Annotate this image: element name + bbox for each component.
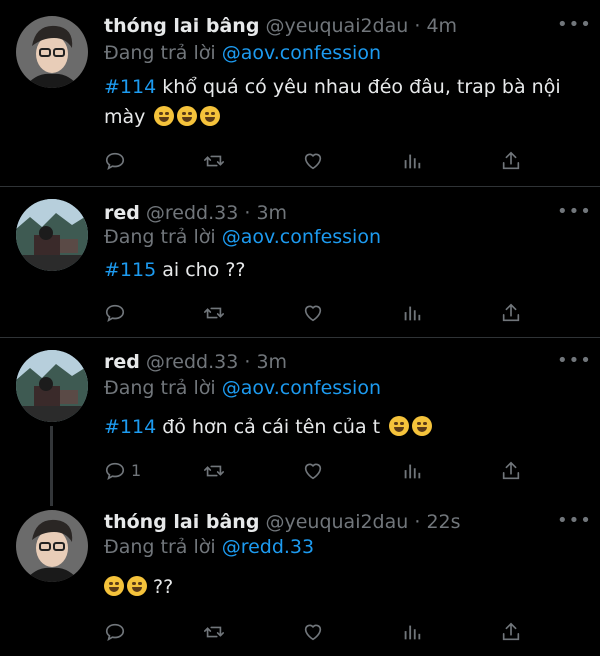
- views-icon[interactable]: [401, 621, 423, 643]
- grinning-face-emoji: [127, 576, 147, 596]
- tweet-body: đỏ hơn cả cái tên của t: [162, 416, 381, 438]
- tweet-text: ??: [104, 572, 574, 602]
- mention-link[interactable]: @aov.confession: [222, 226, 381, 248]
- retweet-icon[interactable]: [203, 621, 225, 643]
- tweet-3[interactable]: red @redd.33 · 3m ••• Đang trả lời @aov.…: [0, 338, 600, 506]
- mention-link[interactable]: @aov.confession: [222, 377, 381, 399]
- timestamp[interactable]: 3m: [256, 202, 287, 224]
- grinning-sweat-face-emoji: [412, 416, 433, 436]
- avatar[interactable]: [16, 199, 88, 271]
- action-bar: 1: [104, 460, 534, 482]
- timestamp[interactable]: 4m: [426, 15, 457, 37]
- more-icon[interactable]: •••: [557, 510, 592, 531]
- tweet-header: red @redd.33 · 3m: [104, 350, 287, 374]
- share-icon[interactable]: [500, 621, 522, 643]
- hashtag-link[interactable]: #115: [104, 259, 156, 281]
- heart-icon[interactable]: [302, 621, 324, 643]
- replying-to: Đang trả lời @redd.33: [104, 535, 314, 559]
- grinning-sweat-face-emoji: [389, 416, 410, 436]
- retweet-icon[interactable]: [203, 460, 225, 482]
- action-bar: [104, 621, 534, 643]
- crying-face-emoji: [200, 106, 221, 126]
- user-handle[interactable]: @yeuquai2dau: [265, 511, 408, 533]
- more-icon[interactable]: •••: [557, 14, 592, 35]
- display-name[interactable]: thóng lai bâng: [104, 15, 259, 37]
- hashtag-link[interactable]: #114: [104, 76, 156, 98]
- share-icon[interactable]: [500, 460, 522, 482]
- retweet-icon[interactable]: [203, 302, 225, 324]
- heart-icon[interactable]: [302, 460, 324, 482]
- display-name[interactable]: red: [104, 202, 140, 224]
- tweet-body: ai cho ??: [162, 259, 246, 281]
- hashtag-link[interactable]: #114: [104, 416, 156, 438]
- replying-to: Đang trả lời @aov.confession: [104, 41, 381, 65]
- share-icon[interactable]: [500, 150, 522, 172]
- heart-icon[interactable]: [302, 150, 324, 172]
- separator: ·: [244, 202, 251, 224]
- views-icon[interactable]: [401, 150, 423, 172]
- reply-icon[interactable]: [104, 621, 126, 643]
- replying-to-label: Đang trả lời: [104, 42, 216, 64]
- grinning-face-emoji: [104, 576, 124, 596]
- tweet-header: red @redd.33 · 3m: [104, 201, 287, 225]
- tweet-2[interactable]: red @redd.33 · 3m ••• Đang trả lời @aov.…: [0, 187, 600, 337]
- user-handle[interactable]: @redd.33: [146, 351, 238, 373]
- mention-link[interactable]: @redd.33: [222, 536, 314, 558]
- avatar[interactable]: [16, 16, 88, 88]
- display-name[interactable]: thóng lai bâng: [104, 511, 259, 533]
- separator: ·: [244, 351, 251, 373]
- tweet-4[interactable]: thóng lai bâng @yeuquai2dau · 22s ••• Đa…: [0, 506, 600, 656]
- more-icon[interactable]: •••: [557, 201, 592, 222]
- replying-to: Đang trả lời @aov.confession: [104, 225, 381, 249]
- action-bar: [104, 302, 534, 324]
- tweet-text: #114 khổ quá có yêu nhau đéo đâu, trap b…: [104, 72, 574, 132]
- replying-to-label: Đang trả lời: [104, 377, 216, 399]
- crying-face-emoji: [154, 106, 175, 126]
- reply-icon[interactable]: [104, 302, 126, 324]
- crying-face-emoji: [177, 106, 198, 126]
- tweet-text: #115 ai cho ??: [104, 255, 574, 285]
- avatar[interactable]: [16, 350, 88, 422]
- display-name[interactable]: red: [104, 351, 140, 373]
- reply-count: 1: [131, 461, 142, 480]
- user-handle[interactable]: @redd.33: [146, 202, 238, 224]
- timestamp[interactable]: 22s: [426, 511, 460, 533]
- more-icon[interactable]: •••: [557, 350, 592, 371]
- tweet-text: #114 đỏ hơn cả cái tên của t: [104, 412, 574, 442]
- tweet-header: thóng lai bâng @yeuquai2dau · 4m: [104, 14, 457, 38]
- separator: ·: [414, 511, 421, 533]
- views-icon[interactable]: [401, 302, 423, 324]
- tweet-header: thóng lai bâng @yeuquai2dau · 22s: [104, 510, 461, 534]
- retweet-icon[interactable]: [203, 150, 225, 172]
- replying-to-label: Đang trả lời: [104, 536, 216, 558]
- replying-to: Đang trả lời @aov.confession: [104, 376, 381, 400]
- reply-icon[interactable]: 1: [104, 460, 141, 482]
- views-icon[interactable]: [401, 460, 423, 482]
- heart-icon[interactable]: [302, 302, 324, 324]
- reply-icon[interactable]: [104, 150, 126, 172]
- tweet-1[interactable]: thóng lai bâng @yeuquai2dau · 4m ••• Đan…: [0, 0, 600, 186]
- mention-link[interactable]: @aov.confession: [222, 42, 381, 64]
- timestamp[interactable]: 3m: [256, 351, 287, 373]
- separator: ·: [414, 15, 421, 37]
- tweet-body: ??: [153, 576, 174, 598]
- action-bar: [104, 150, 534, 172]
- share-icon[interactable]: [500, 302, 522, 324]
- replying-to-label: Đang trả lời: [104, 226, 216, 248]
- avatar[interactable]: [16, 510, 88, 582]
- user-handle[interactable]: @yeuquai2dau: [265, 15, 408, 37]
